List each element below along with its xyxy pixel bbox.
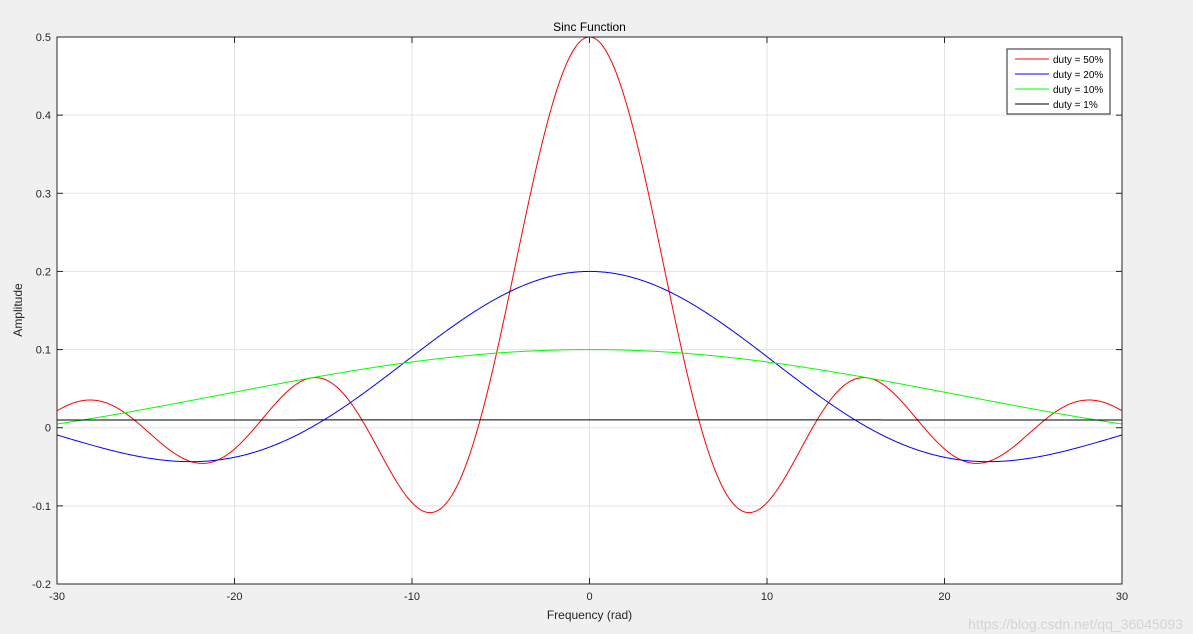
- y-tick-label: 0.1: [36, 345, 51, 357]
- y-tick-label: -0.2: [32, 579, 51, 591]
- chart-title: Sinc Function: [553, 20, 626, 34]
- watermark: https://blog.csdn.net/qq_36045093: [968, 616, 1183, 632]
- x-tick-label: -20: [227, 591, 243, 603]
- y-tick-label: 0.3: [36, 188, 51, 200]
- y-tick-label: 0: [45, 423, 51, 435]
- legend-label: duty = 20%: [1053, 70, 1103, 81]
- x-tick-label: 30: [1116, 591, 1128, 603]
- y-tick-label: 0.4: [36, 110, 51, 122]
- y-tick-label: -0.1: [32, 501, 51, 513]
- x-tick-label: 20: [938, 591, 950, 603]
- x-axis-label: Frequency (rad): [547, 608, 632, 622]
- sinc-chart: -30 -20 -10 0 10 20 30 -0.2 -0.1 0 0.1 0.2 0.3 0.4 0.5…: [11, 20, 1128, 622]
- legend: duty = 50% duty = 20% duty = 10% duty = 1%: [1006, 48, 1111, 115]
- y-axis-label: Amplitude: [11, 283, 25, 337]
- y-tick-label: 0.2: [36, 266, 51, 278]
- x-tick-label: 10: [761, 591, 773, 603]
- x-tick-label: -10: [404, 591, 420, 603]
- legend-label: duty = 50%: [1053, 55, 1103, 66]
- x-tick-label: -30: [49, 591, 65, 603]
- legend-label: duty = 1%: [1053, 100, 1098, 111]
- x-tick-label: 0: [586, 591, 592, 603]
- y-tick-label: 0.5: [36, 32, 51, 44]
- legend-label: duty = 10%: [1053, 85, 1103, 96]
